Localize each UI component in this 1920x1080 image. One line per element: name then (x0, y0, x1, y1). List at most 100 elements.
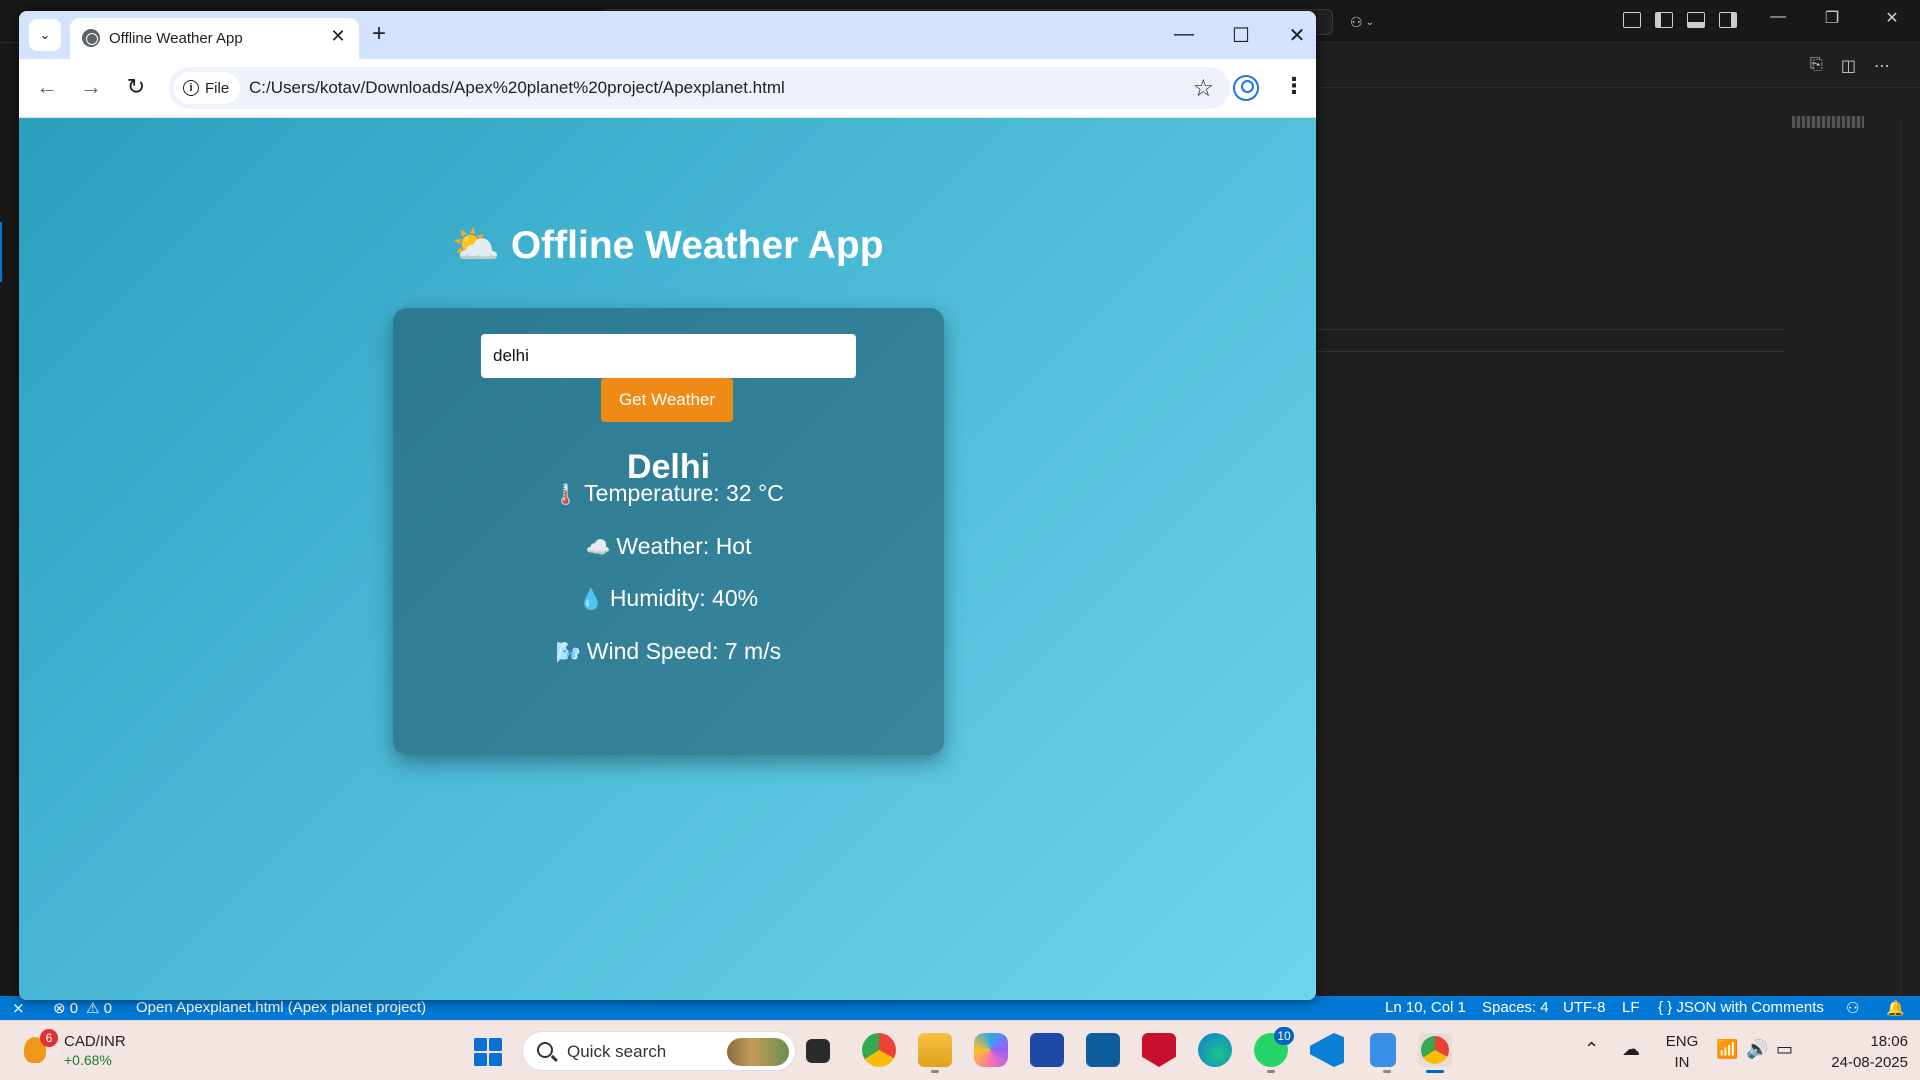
chrome-app-icon[interactable] (862, 1033, 896, 1067)
get-weather-button[interactable]: Get Weather (601, 378, 733, 422)
notepad-icon[interactable] (1370, 1033, 1396, 1073)
globe-icon (82, 29, 100, 47)
show-hidden-icons-chevron[interactable]: ⌃ (1584, 1039, 1599, 1080)
microsoft-store-icon[interactable] (1030, 1033, 1064, 1067)
back-arrow-icon[interactable]: ← (32, 74, 62, 100)
weather-row: ☁️ Weather: Hot (393, 533, 944, 560)
reload-icon[interactable]: ↻ (121, 74, 151, 100)
onedrive-error-icon[interactable]: ☁ (1622, 1039, 1640, 1080)
page-title-text: Offline Weather App (510, 224, 884, 267)
address-bar[interactable]: i File C:/Users/kotav/Downloads/Apex%20p… (169, 67, 1230, 109)
site-info-chip[interactable]: i File (174, 72, 240, 104)
volume-icon[interactable]: 🔊 (1746, 1039, 1768, 1080)
split-editor-icon[interactable]: ◫ (1841, 56, 1856, 76)
profile-avatar-icon[interactable] (1233, 75, 1259, 101)
language-mode[interactable]: { } JSON with Comments (1658, 999, 1824, 1016)
open-changes-icon[interactable]: ⎘ (1810, 56, 1823, 76)
whatsapp-icon[interactable]: 10 (1254, 1027, 1294, 1073)
layout-controls (1623, 12, 1737, 28)
vscode-restore-button[interactable]: ❐ (1812, 8, 1852, 28)
close-tab-icon[interactable]: ✕ (327, 26, 349, 47)
page-title: ⛅ Offline Weather App (19, 222, 1316, 268)
kebab-menu-icon[interactable]: ⋮ (1283, 73, 1305, 99)
vscode-close-button[interactable]: ✕ (1872, 8, 1912, 28)
tab-title: Offline Weather App (109, 30, 243, 47)
more-actions-icon[interactable]: ⋯ (1874, 56, 1890, 76)
activity-bar-active-indicator (0, 222, 2, 282)
search-icon (537, 1042, 553, 1058)
file-explorer-icon[interactable] (918, 1033, 952, 1073)
toggle-panel-icon[interactable] (1687, 12, 1705, 28)
mcafee-icon[interactable] (1142, 1033, 1176, 1067)
notifications-bell-icon[interactable]: 🔔 (1886, 999, 1905, 1017)
wind-icon: 🌬️ (555, 642, 581, 664)
battery-icon[interactable]: ▭ (1776, 1039, 1793, 1080)
vscode-minimize-button[interactable]: — (1758, 8, 1798, 26)
forward-arrow-icon[interactable]: → (76, 74, 106, 100)
windows-taskbar: 6 CAD/INR +0.68% Quick search 10 ⌃ ☁ ENG… (0, 1020, 1920, 1080)
chevron-down-icon: ⌄ (39, 27, 51, 42)
input-language-indicator[interactable]: ENG IN (1664, 1031, 1700, 1073)
weather-text: Weather: Hot (616, 533, 752, 559)
cursor-position[interactable]: Ln 10, Col 1 (1385, 999, 1466, 1016)
cloud-icon: ☁️ (585, 537, 611, 559)
chrome-icon (1421, 1036, 1449, 1064)
chrome-taskbar-active[interactable] (1418, 1033, 1452, 1073)
tab-strip: ⌄ Offline Weather App ✕ + — ☐ ✕ (19, 11, 1316, 59)
toggle-secondary-sidebar-icon[interactable] (1719, 12, 1737, 28)
language-code: ENG (1665, 1033, 1699, 1050)
problems-errors[interactable]: ⊗ 0 (53, 999, 78, 1017)
weather-cloud-sun-icon: ⛅ (451, 224, 500, 267)
tab-search-button[interactable]: ⌄ (29, 19, 61, 51)
dell-app-icon[interactable] (1086, 1033, 1120, 1067)
task-view-icon[interactable] (806, 1039, 830, 1063)
maximize-icon[interactable]: ☐ (1226, 23, 1256, 48)
statusbar-open-file[interactable]: Open Apexplanet.html (Apex planet projec… (136, 999, 426, 1016)
info-icon: i (183, 80, 199, 96)
page-viewport: ⛅ Offline Weather App Get Weather Delhi … (19, 118, 1316, 1000)
edge-icon[interactable] (1198, 1033, 1232, 1067)
problems-warnings[interactable]: ⚠ 0 (86, 999, 112, 1017)
clock-date: 24-08-2025 (1831, 1054, 1908, 1071)
new-tab-button[interactable]: + (372, 20, 386, 48)
humidity-row: 💧 Humidity: 40% (393, 585, 944, 612)
droplet-icon: 💧 (578, 589, 604, 611)
stock-ticker-widget[interactable]: 6 CAD/INR +0.68% (24, 1029, 154, 1073)
bookmark-star-icon[interactable]: ☆ (1192, 74, 1214, 103)
wifi-icon[interactable]: 📶 (1716, 1039, 1738, 1080)
taskbar-search-box[interactable]: Quick search (522, 1031, 796, 1071)
humidity-text: Humidity: 40% (609, 585, 759, 611)
end-of-line[interactable]: LF (1622, 999, 1640, 1016)
customize-layout-icon[interactable] (1623, 12, 1641, 28)
ticker-name: CAD/INR (64, 1033, 126, 1050)
minimap[interactable] (1792, 116, 1864, 128)
windows-start-icon[interactable] (474, 1038, 502, 1066)
encoding[interactable]: UTF-8 (1563, 999, 1606, 1016)
indentation[interactable]: Spaces: 4 (1482, 999, 1549, 1016)
system-clock[interactable]: 18:06 24-08-2025 (1812, 1031, 1908, 1073)
remote-icon[interactable]: ⨯ (12, 999, 25, 1017)
editor-scrollbar[interactable] (1900, 118, 1920, 998)
browser-tab[interactable]: Offline Weather App ✕ (70, 18, 359, 59)
editor-divider (1316, 351, 1784, 352)
search-label: Quick search (567, 1042, 667, 1061)
browser-toolbar: ← → ↻ i File C:/Users/kotav/Downloads/Ap… (19, 59, 1316, 118)
wind-row: 🌬️ Wind Speed: 7 m/s (393, 638, 944, 665)
minimize-icon[interactable]: — (1169, 23, 1199, 46)
wind-text: Wind Speed: 7 m/s (586, 638, 782, 664)
whatsapp-badge: 10 (1274, 1027, 1294, 1045)
site-chip-label: File (205, 79, 230, 97)
copilot-status-icon[interactable]: ⚇ (1846, 999, 1859, 1017)
weather-card: Get Weather Delhi 🌡️Temperature: 32 °C ☁… (393, 308, 944, 755)
copilot-icon[interactable]: ⚇ ⌄ (1350, 10, 1390, 34)
copilot-app-icon[interactable] (974, 1033, 1008, 1067)
temperature-text: Temperature: 32 °C (584, 480, 784, 506)
vscode-icon[interactable] (1310, 1033, 1344, 1067)
activity-bar (0, 44, 20, 1000)
city-input[interactable] (481, 334, 856, 378)
temperature-row: 🌡️ Temperature: 32 °C (393, 480, 944, 507)
url-text[interactable]: C:/Users/kotav/Downloads/Apex%20planet%2… (249, 78, 785, 98)
thermometer-icon: 🌡️ (553, 484, 579, 506)
close-window-icon[interactable]: ✕ (1282, 23, 1312, 48)
toggle-primary-sidebar-icon[interactable] (1655, 12, 1673, 28)
